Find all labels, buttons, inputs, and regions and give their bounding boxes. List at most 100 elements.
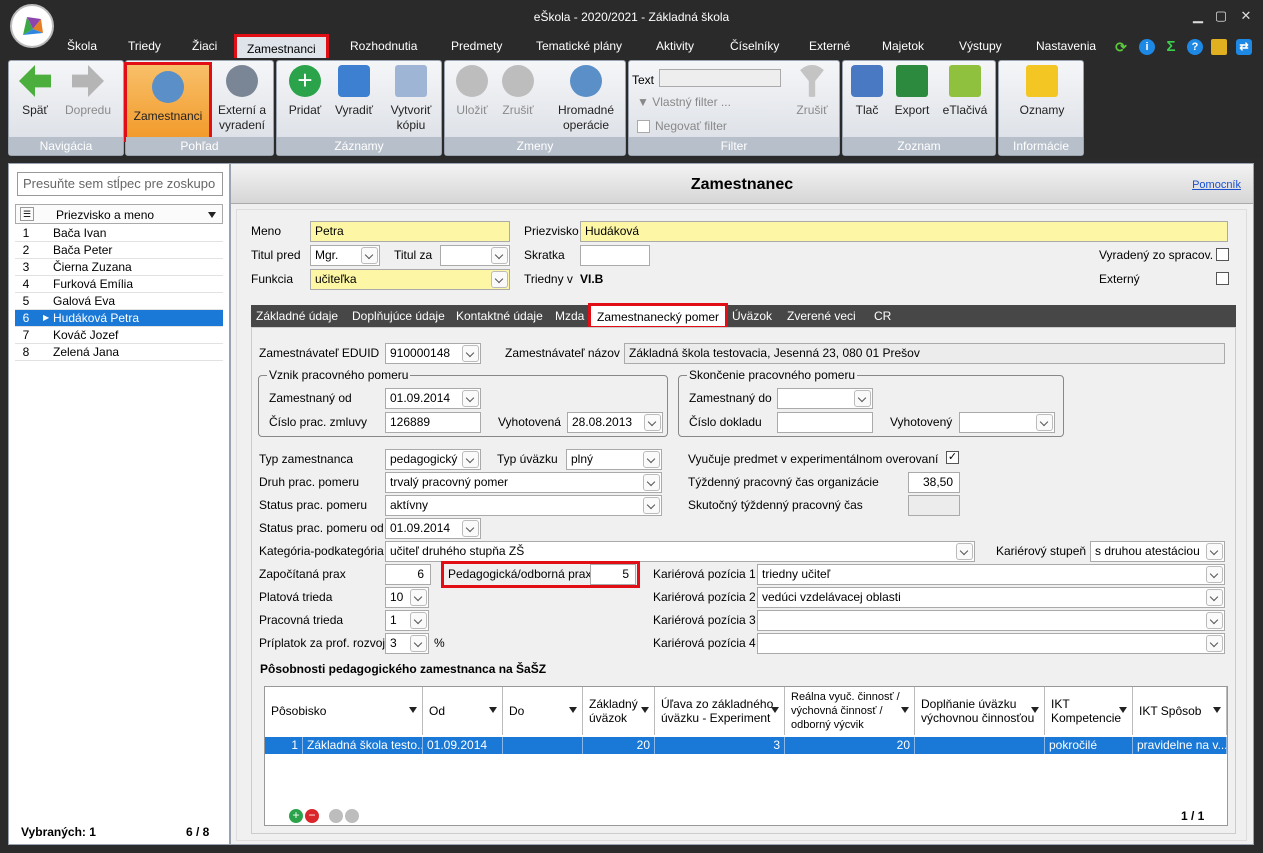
experimental-checkbox[interactable]: ✓: [946, 451, 959, 464]
salary-class-select[interactable]: 10: [385, 587, 429, 608]
help-icon[interactable]: ?: [1187, 39, 1203, 55]
employed-to-date[interactable]: [777, 388, 873, 409]
menu-externe[interactable]: Externé: [809, 39, 850, 53]
filter-icon[interactable]: [569, 707, 577, 713]
menu-vystupy[interactable]: Výstupy: [959, 39, 1002, 53]
forward-button[interactable]: Dopredu: [61, 65, 115, 118]
pedagogical-practice-field[interactable]: 5: [590, 564, 636, 585]
document-no-field[interactable]: [777, 412, 873, 433]
title-before-select[interactable]: Mgr.: [310, 245, 380, 266]
career-position-2-select[interactable]: vedúci vzdelávacej oblasti: [757, 587, 1225, 608]
tab-zamestnanecky-pomer[interactable]: Zamestnanecký pomer: [588, 303, 729, 329]
cancel-row-icon[interactable]: [345, 809, 359, 823]
counted-practice-field[interactable]: 6: [385, 564, 431, 585]
custom-filter-button[interactable]: ▼ Vlastný filter ...: [637, 95, 731, 109]
chevron-down-icon[interactable]: [643, 451, 660, 468]
external-view-button[interactable]: Externí a vyradení: [214, 65, 270, 133]
list-item[interactable]: 8 Zelená Jana: [15, 344, 223, 361]
chevron-down-icon[interactable]: [491, 247, 508, 264]
menu-majetok[interactable]: Majetok: [882, 39, 924, 53]
col-posobisko[interactable]: Pôsobisko: [265, 687, 423, 735]
filter-icon[interactable]: [901, 707, 909, 713]
menu-aktivity[interactable]: Aktivity: [656, 39, 694, 53]
confirm-row-icon[interactable]: [329, 809, 343, 823]
tab-doplnujuce-udaje[interactable]: Doplňujúce údaje: [352, 309, 445, 323]
eduid-select[interactable]: 910000148: [385, 343, 481, 364]
chevron-down-icon[interactable]: [462, 390, 479, 407]
chevron-down-icon[interactable]: [1206, 543, 1223, 560]
group-by-box[interactable]: Presuňte sem stĺpec pre zoskupo: [17, 172, 223, 196]
category-select[interactable]: učiteľ druhého stupňa ZŠ: [385, 541, 975, 562]
tab-cr[interactable]: CR: [874, 309, 891, 323]
tab-zakladne-udaje[interactable]: Základné údaje: [256, 309, 338, 323]
bonus-select[interactable]: 3: [385, 633, 429, 654]
chevron-down-icon[interactable]: [410, 589, 427, 606]
remove-button[interactable]: Vyradiť: [331, 65, 377, 118]
filter-icon[interactable]: [1031, 707, 1039, 713]
career-position-3-select[interactable]: [757, 610, 1225, 631]
chevron-down-icon[interactable]: [1206, 635, 1223, 652]
career-position-4-select[interactable]: [757, 633, 1225, 654]
chevron-down-icon[interactable]: [462, 451, 479, 468]
tab-kontaktne-udaje[interactable]: Kontaktné údaje: [456, 309, 543, 323]
list-item[interactable]: 5 Galová Eva: [15, 293, 223, 310]
menu-nastavenia[interactable]: Nastavenia: [1036, 39, 1096, 53]
career-level-select[interactable]: s druhou atestáciou: [1090, 541, 1225, 562]
table-row[interactable]: 1 Základná škola testo... 01.09.2014 20 …: [265, 737, 1227, 754]
remove-row-icon[interactable]: −: [305, 809, 319, 823]
tab-mzda[interactable]: Mzda: [555, 309, 584, 323]
filter-icon[interactable]: [409, 707, 417, 713]
career-position-1-select[interactable]: triedny učiteľ: [757, 564, 1225, 585]
chevron-down-icon[interactable]: [410, 612, 427, 629]
printer-icon[interactable]: [1211, 39, 1227, 55]
chevron-down-icon[interactable]: [1206, 566, 1223, 583]
print-button[interactable]: Tlač: [849, 65, 885, 118]
issued-date[interactable]: 28.08.2013: [567, 412, 663, 433]
info-icon[interactable]: i: [1139, 39, 1155, 55]
list-item[interactable]: 1 Bača Ivan: [15, 225, 223, 242]
filter-text-input[interactable]: [659, 69, 781, 87]
copy-button[interactable]: Vytvoriť kópiu: [383, 65, 439, 133]
col-realna-vyuc[interactable]: Reálna vyuč. činnosť / výchovná činnosť …: [785, 687, 915, 735]
maximize-icon[interactable]: ▢: [1213, 8, 1229, 24]
chevron-down-icon[interactable]: [410, 635, 427, 652]
title-after-select[interactable]: [440, 245, 510, 266]
filter-icon[interactable]: [771, 707, 779, 713]
abbreviation-field[interactable]: [580, 245, 650, 266]
surname-field[interactable]: Hudáková: [580, 221, 1228, 242]
tab-uvazok[interactable]: Úväzok: [732, 309, 772, 323]
list-item[interactable]: 6 Hudáková Petra ▶: [15, 310, 223, 327]
close-icon[interactable]: ✕: [1238, 8, 1254, 24]
negate-filter-checkbox[interactable]: [637, 120, 650, 133]
menu-triedy[interactable]: Triedy: [128, 39, 161, 53]
excluded-checkbox[interactable]: [1216, 248, 1229, 261]
issued-end-date[interactable]: [959, 412, 1055, 433]
employees-view-button[interactable]: Zamestnanci: [124, 62, 212, 142]
chevron-down-icon[interactable]: [361, 247, 378, 264]
app-logo-icon[interactable]: [10, 4, 54, 48]
filter-icon[interactable]: [641, 707, 649, 713]
menu-skola[interactable]: Škola: [67, 39, 97, 53]
list-item[interactable]: 3 Čierna Zuzana: [15, 259, 223, 276]
clear-filter-button[interactable]: Zrušiť: [791, 65, 833, 118]
col-doplnanie[interactable]: Doplňanie úväzku výchovnou činnosťou: [915, 687, 1045, 735]
chevron-down-icon[interactable]: [644, 414, 661, 431]
chevron-down-icon[interactable]: [1036, 414, 1053, 431]
chevron-down-icon[interactable]: [956, 543, 973, 560]
chevron-down-icon[interactable]: [462, 345, 479, 362]
chevron-down-icon[interactable]: [854, 390, 871, 407]
filter-icon[interactable]: [1119, 707, 1127, 713]
external-checkbox[interactable]: [1216, 272, 1229, 285]
employed-from-date[interactable]: 01.09.2014: [385, 388, 481, 409]
sum-icon[interactable]: Σ: [1163, 39, 1179, 55]
employee-type-select[interactable]: pedagogický: [385, 449, 481, 470]
chevron-down-icon[interactable]: [1206, 612, 1223, 629]
export-button[interactable]: Export: [889, 65, 935, 118]
column-chooser-icon[interactable]: ☰: [20, 207, 34, 221]
list-item[interactable]: 7 Kováč Jozef: [15, 327, 223, 344]
contract-no-field[interactable]: 126889: [385, 412, 481, 433]
bulk-operations-button[interactable]: Hromadné operácie: [549, 65, 623, 133]
weekly-hours-field[interactable]: 38,50: [908, 472, 960, 493]
minimize-icon[interactable]: ▁: [1190, 8, 1206, 24]
menu-ciselniky[interactable]: Číselníky: [730, 39, 779, 53]
